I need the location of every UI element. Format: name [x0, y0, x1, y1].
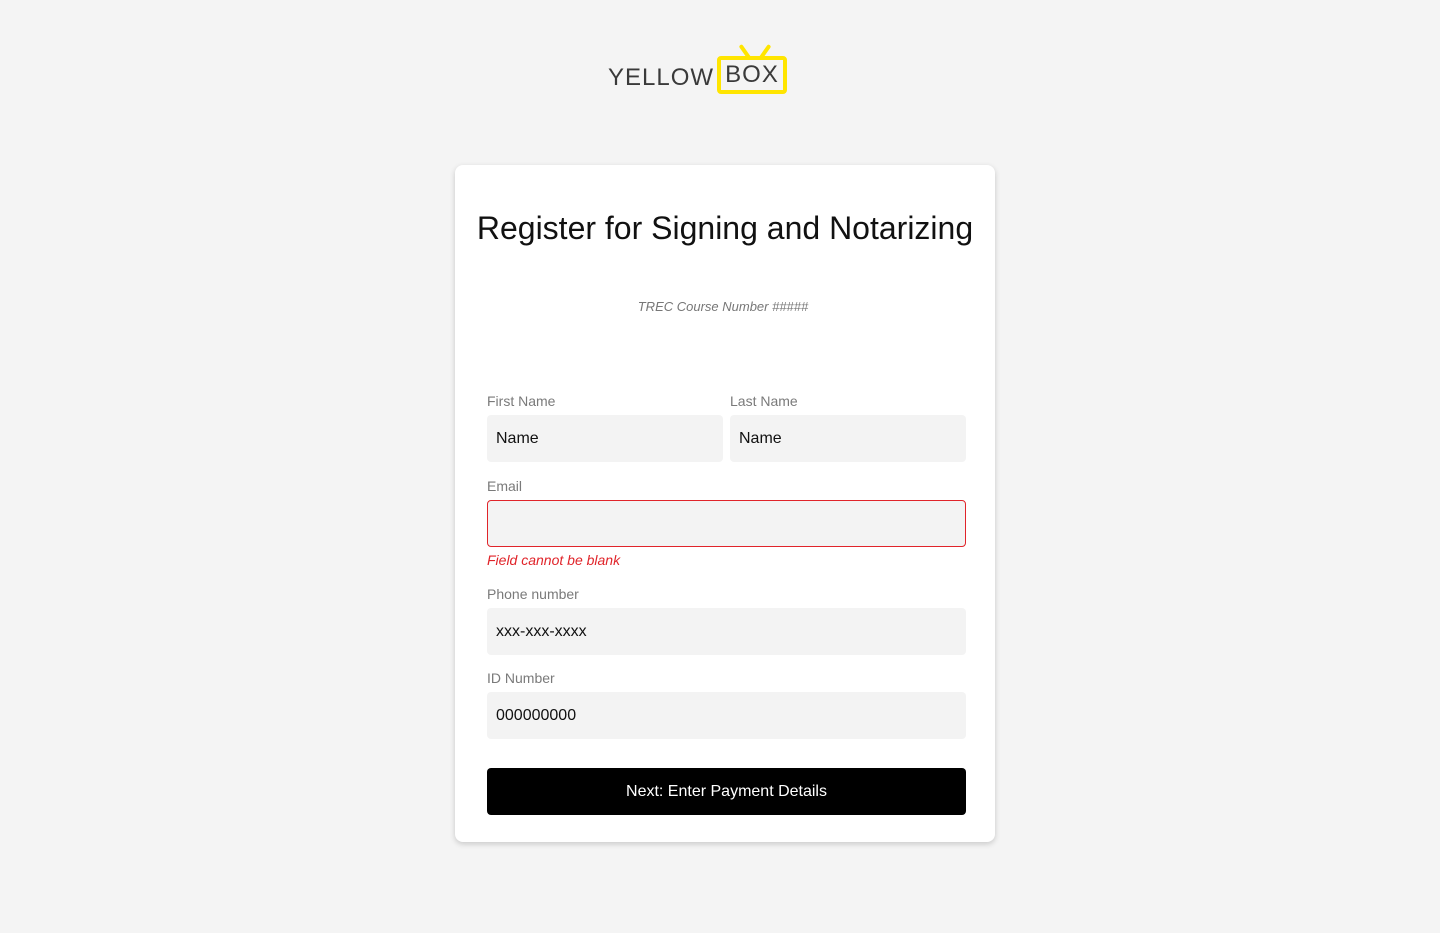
email-field[interactable]: [487, 500, 966, 547]
last-name-label: Last Name: [730, 393, 798, 409]
logo-word: YELLOW: [608, 64, 715, 91]
yellow-box-logo: YELLOW BOX: [608, 42, 798, 102]
page-title: Register for Signing and Notarizing: [476, 210, 974, 246]
tv-box-icon: BOX: [717, 56, 787, 94]
first-name-input[interactable]: [487, 415, 723, 462]
phone-input[interactable]: [487, 608, 966, 655]
id-number-input[interactable]: [487, 692, 966, 739]
email-label: Email: [487, 478, 523, 494]
course-number-subtitle: TREC Course Number #####: [637, 299, 809, 314]
first-name-label: First Name: [487, 393, 556, 409]
registration-card: Register for Signing and Notarizing TREC…: [455, 165, 995, 842]
id-number-label: ID Number: [487, 670, 555, 686]
phone-label: Phone number: [487, 586, 579, 602]
logo-box-text: BOX: [725, 61, 779, 88]
last-name-input[interactable]: [730, 415, 966, 462]
next-payment-button[interactable]: Next: Enter Payment Details: [487, 768, 966, 815]
email-error-message: Field cannot be blank: [487, 552, 621, 568]
